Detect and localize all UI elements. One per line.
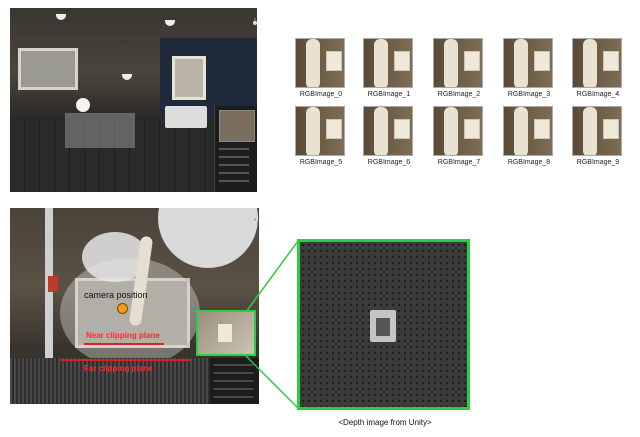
rgb-image-label: RGBImage_1: [367, 91, 411, 98]
rgb-image-thumbnail: [363, 106, 413, 156]
rgb-image-thumbnail: [433, 38, 483, 88]
rgb-image-label: RGBImage_0: [299, 91, 343, 98]
scene-gizmo-icon[interactable]: [250, 218, 259, 228]
scene-red-box: [48, 276, 58, 292]
scene-bench: [165, 106, 207, 128]
inspector-row: [219, 148, 249, 150]
inspector-row: [219, 172, 249, 174]
rgb-image-label: RGBImage_7: [437, 159, 481, 166]
rgb-image-thumbnail: [572, 106, 622, 156]
inspector-row: [213, 372, 253, 374]
rgb-image-cell: RGBImage_6: [363, 106, 415, 166]
rgb-image-thumbnail: [572, 38, 622, 88]
rgb-image-label: RGBImage_8: [507, 159, 551, 166]
depth-image-caption: <Depth image from Unity>: [338, 418, 432, 427]
rgb-image-label: RGBImage_2: [437, 91, 481, 98]
rgb-image-cell: RGBImage_7: [433, 106, 485, 166]
rgb-image-cell: RGBImage_8: [503, 106, 555, 166]
inspector-row: [213, 388, 253, 390]
unity-scene-view-bottom[interactable]: [10, 208, 259, 404]
rgb-image-label: RGBImage_9: [576, 159, 620, 166]
rgb-image-thumbnail: [503, 106, 553, 156]
unity-scene-view-top[interactable]: [10, 8, 257, 192]
inspector-row: [213, 380, 253, 382]
camera-position-label: camera position: [84, 290, 148, 300]
light-halo: [158, 208, 258, 268]
inspector-row: [213, 396, 253, 398]
inspector-panel[interactable]: [210, 358, 259, 404]
rgb-image-label: RGBImage_4: [576, 91, 620, 98]
inspector-row: [219, 180, 249, 182]
rgb-image-cell: RGBImage_0: [295, 38, 347, 98]
light-icon[interactable]: [165, 20, 175, 26]
scene-painting-right: [172, 56, 206, 100]
rgb-image-cell: RGBImage_1: [363, 38, 415, 98]
rgb-image-thumbnail: [295, 38, 345, 88]
depth-object-cavity: [376, 318, 390, 336]
light-icon[interactable]: [56, 14, 66, 20]
scene-table: [65, 113, 135, 148]
camera-preview-thumbnail: [219, 110, 255, 142]
rgb-image-cell: RGBImage_3: [503, 38, 555, 98]
scene-painting-left: [18, 48, 78, 90]
scene-gizmo-icon[interactable]: [250, 18, 257, 28]
inspector-panel[interactable]: [214, 106, 257, 192]
rgb-image-thumbnail: [433, 106, 483, 156]
inspector-row: [219, 156, 249, 158]
far-clipping-label: Far clipping plane: [84, 364, 153, 373]
rgb-image-label: RGBImage_5: [299, 159, 343, 166]
rgb-image-label: RGBImage_3: [507, 91, 551, 98]
camera-position-marker: [117, 303, 128, 314]
near-clipping-label: Near clipping plane: [86, 331, 160, 340]
near-clipping-line: [84, 343, 164, 345]
rgb-image-cell: RGBImage_5: [295, 106, 347, 166]
rgb-image-cell: RGBImage_4: [572, 38, 624, 98]
rgb-image-cell: RGBImage_9: [572, 106, 624, 166]
robot-camera-object[interactable]: [76, 98, 90, 112]
rgb-image-thumbnail: [503, 38, 553, 88]
far-clipping-line: [60, 359, 190, 361]
inspector-row: [213, 364, 253, 366]
rgb-image-label: RGBImage_6: [367, 159, 411, 166]
rgb-image-cell: RGBImage_2: [433, 38, 485, 98]
camera-preview-thumbnail: [196, 310, 256, 356]
rgb-image-thumbnail: [363, 38, 413, 88]
inspector-row: [219, 164, 249, 166]
light-icon[interactable]: [122, 74, 132, 80]
rgb-image-thumbnail: [295, 106, 345, 156]
